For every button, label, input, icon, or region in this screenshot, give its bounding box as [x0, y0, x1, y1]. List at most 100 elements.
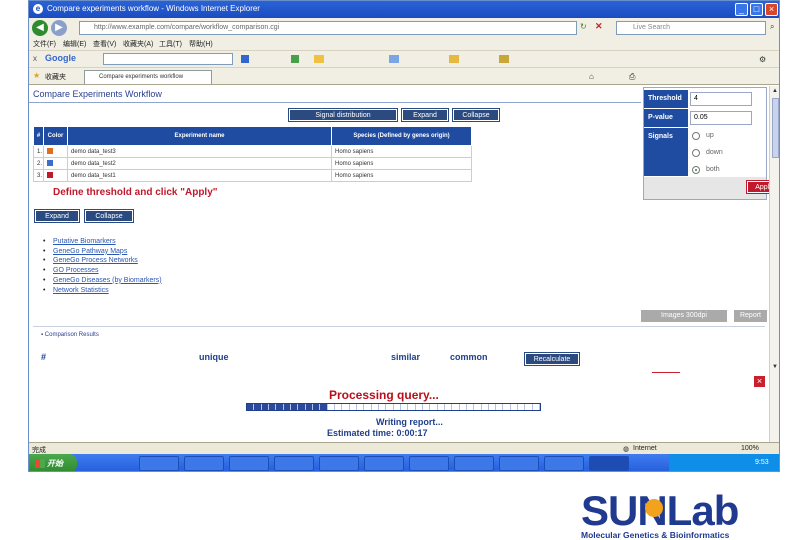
settings-icon[interactable]: ⚙ — [759, 55, 766, 64]
radio-up[interactable] — [692, 132, 700, 140]
back-icon[interactable]: ◀ — [32, 20, 48, 36]
vertical-scrollbar[interactable]: ▲ ▼ — [769, 86, 779, 443]
taskbar-item[interactable] — [364, 456, 404, 471]
live-search-input[interactable]: Live Search — [616, 21, 766, 35]
windows-logo-icon — [35, 459, 45, 468]
radio-both[interactable] — [692, 166, 700, 174]
favorites-label[interactable]: 收藏夹 — [45, 72, 66, 82]
row-num: 3. — [33, 169, 44, 182]
home-icon[interactable]: ⌂ — [589, 72, 594, 81]
row-num: 1. — [33, 145, 44, 158]
col-similar: similar — [391, 352, 421, 362]
scroll-up-icon[interactable]: ▲ — [772, 88, 778, 94]
link-putative-biomarkers[interactable]: Putative Biomarkers — [43, 237, 162, 247]
progress-cell-filled — [290, 404, 299, 410]
address-bar[interactable]: http://www.example.com/compare/workflow_… — [79, 21, 577, 35]
processing-title: Processing query... — [329, 388, 439, 402]
apply-button[interactable]: Apply — [746, 180, 769, 194]
progress-cell-empty — [503, 404, 511, 410]
overlay-top-line — [652, 372, 680, 373]
taskbar-item[interactable] — [319, 456, 359, 471]
progress-cell-empty — [335, 404, 343, 410]
globe-icon: ◍ — [623, 446, 630, 453]
signal-distribution-button[interactable]: Signal distribution — [288, 108, 398, 122]
taskbar-item[interactable] — [544, 456, 584, 471]
taskbar-item-active[interactable] — [589, 456, 629, 471]
progress-cell-empty — [518, 404, 526, 410]
stop-icon[interactable]: ✕ — [595, 21, 603, 32]
progress-bar — [246, 403, 541, 411]
minimize-button[interactable]: _ — [735, 3, 748, 16]
progress-cell-empty — [445, 404, 453, 410]
maximize-button[interactable]: □ — [750, 3, 763, 16]
search-icon[interactable]: ⌕ — [770, 22, 774, 32]
progress-cell-empty — [416, 404, 423, 410]
threshold-input[interactable]: 4 — [690, 92, 752, 106]
sun-icon — [645, 499, 663, 517]
menu-help[interactable]: 帮助(H) — [189, 39, 213, 49]
link-go-processes[interactable]: GO Processes — [43, 266, 162, 276]
bookmark-icon[interactable] — [291, 55, 299, 63]
zoom-level[interactable]: 100% — [741, 445, 759, 452]
link-pathway-maps[interactable]: GeneGo Pathway Maps — [43, 247, 162, 257]
progress-cell-empty — [489, 404, 497, 410]
radio-down[interactable] — [692, 149, 700, 157]
menu-edit[interactable]: 编辑(E) — [63, 39, 86, 49]
color-swatch — [47, 159, 53, 166]
logo-subtitle: Molecular Genetics & Bioinformatics — [581, 530, 730, 540]
expand-button[interactable]: Expand — [401, 108, 449, 122]
close-overlay-icon[interactable]: × — [754, 376, 765, 387]
scroll-down-icon[interactable]: ▼ — [772, 364, 778, 370]
result-links: Putative Biomarkers GeneGo Pathway Maps … — [43, 237, 162, 295]
status-zone: Internet — [633, 445, 657, 452]
translate-icon[interactable] — [389, 55, 399, 63]
menu-file[interactable]: 文件(F) — [33, 39, 56, 49]
link-process-networks[interactable]: GeneGo Process Networks — [43, 256, 162, 266]
refresh-icon[interactable]: ↻ — [580, 22, 587, 31]
star-icon[interactable] — [314, 55, 324, 63]
collapse-button-2[interactable]: Collapse — [84, 209, 134, 223]
col-unique: unique — [199, 352, 229, 362]
taskbar-item[interactable] — [454, 456, 494, 471]
tab-compare-workflow[interactable]: Compare experiments workflow — [84, 70, 212, 84]
row-color — [43, 169, 68, 182]
taskbar-item[interactable] — [229, 456, 269, 471]
collapse-button[interactable]: Collapse — [452, 108, 500, 122]
progress-cell-empty — [364, 404, 372, 410]
comparison-results-header[interactable]: ▪ Comparison Results — [33, 326, 765, 342]
taskbar-item[interactable] — [184, 456, 224, 471]
expand-button-2[interactable]: Expand — [34, 209, 80, 223]
address-row: ◀ ▶ http://www.example.com/compare/workf… — [29, 18, 779, 38]
close-window-button[interactable]: × — [765, 3, 778, 16]
taskbar-item[interactable] — [409, 456, 449, 471]
print-icon[interactable]: ⎙ — [629, 72, 635, 82]
close-toolbar-icon[interactable]: x — [33, 54, 37, 63]
link-diseases[interactable]: GeneGo Diseases (by Biomarkers) — [43, 276, 162, 286]
report-button[interactable]: Report — [734, 310, 767, 322]
link-network-statistics[interactable]: Network Statistics — [43, 286, 162, 296]
taskbar-item[interactable] — [139, 456, 179, 471]
scroll-thumb[interactable] — [772, 98, 779, 158]
google-search-input[interactable] — [103, 53, 233, 65]
recalculate-button[interactable]: Recalculate — [524, 352, 580, 366]
sidewiki-icon[interactable] — [449, 55, 459, 63]
favorites-row: ★ 收藏夹 Compare experiments workflow ⌂ ⎙ — [29, 67, 779, 85]
progress-cell-empty — [328, 404, 335, 410]
taskbar-item[interactable] — [499, 456, 539, 471]
taskbar-item[interactable] — [274, 456, 314, 471]
table-row: 3. demo data_test1 Homo sapiens — [33, 169, 472, 182]
col-header-color: Color — [43, 126, 68, 146]
clock: 9:53 — [755, 459, 769, 466]
pvalue-input[interactable]: 0.05 — [690, 111, 752, 125]
images-300dpi-button[interactable]: Images 300dpi — [641, 310, 727, 322]
comparison-title: Comparison Results — [44, 332, 99, 338]
forward-icon[interactable]: ▶ — [51, 20, 67, 36]
table-row: 1. demo data_test3 Homo sapiens — [33, 145, 472, 158]
menu-tools[interactable]: 工具(T) — [159, 39, 182, 49]
progress-cell-empty — [386, 404, 394, 410]
go-icon[interactable] — [241, 55, 249, 63]
menu-favorites[interactable]: 收藏夹(A) — [123, 39, 153, 49]
menu-view[interactable]: 查看(V) — [93, 39, 116, 49]
autofill-icon[interactable] — [499, 55, 509, 63]
favorites-star-icon[interactable]: ★ — [33, 71, 40, 80]
